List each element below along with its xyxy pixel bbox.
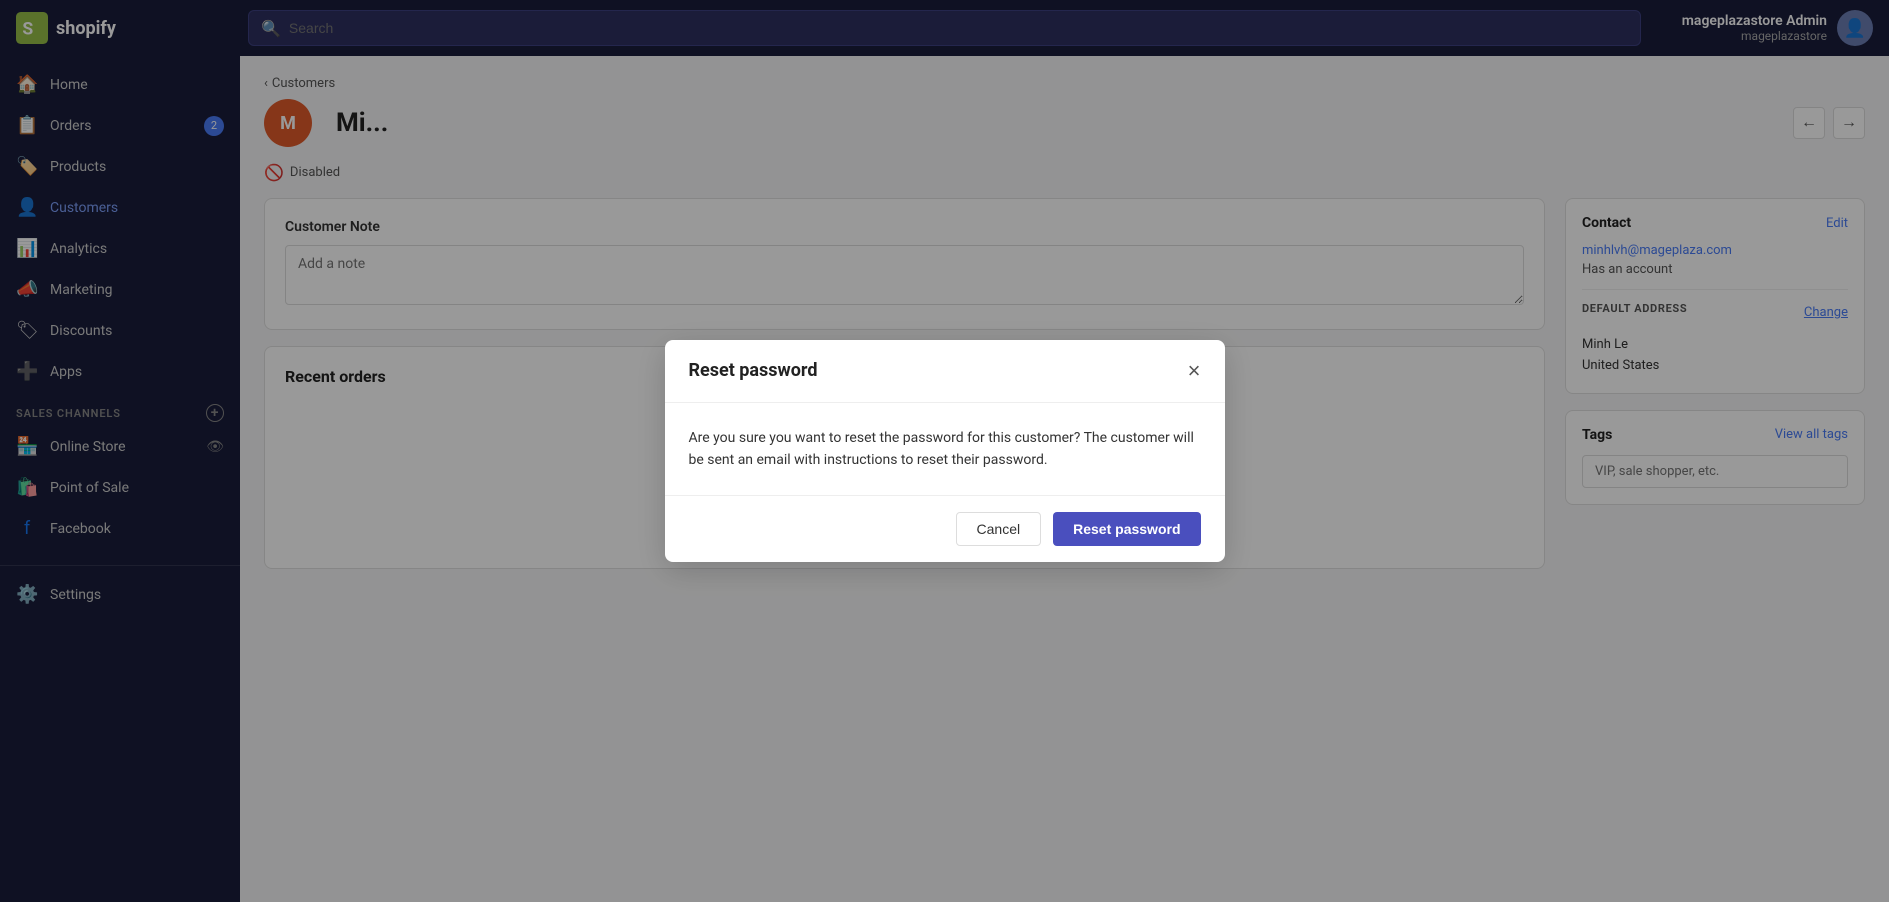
- modal-header: Reset password ×: [665, 340, 1225, 403]
- modal-body: Are you sure you want to reset the passw…: [665, 403, 1225, 496]
- cancel-button[interactable]: Cancel: [956, 512, 1042, 546]
- modal-close-button[interactable]: ×: [1188, 360, 1201, 382]
- modal-footer: Cancel Reset password: [665, 495, 1225, 562]
- modal-body-text: Are you sure you want to reset the passw…: [689, 427, 1201, 472]
- modal-title: Reset password: [689, 360, 818, 381]
- modal-overlay[interactable]: Reset password × Are you sure you want t…: [0, 0, 1889, 902]
- reset-password-button[interactable]: Reset password: [1053, 512, 1200, 546]
- reset-password-modal: Reset password × Are you sure you want t…: [665, 340, 1225, 563]
